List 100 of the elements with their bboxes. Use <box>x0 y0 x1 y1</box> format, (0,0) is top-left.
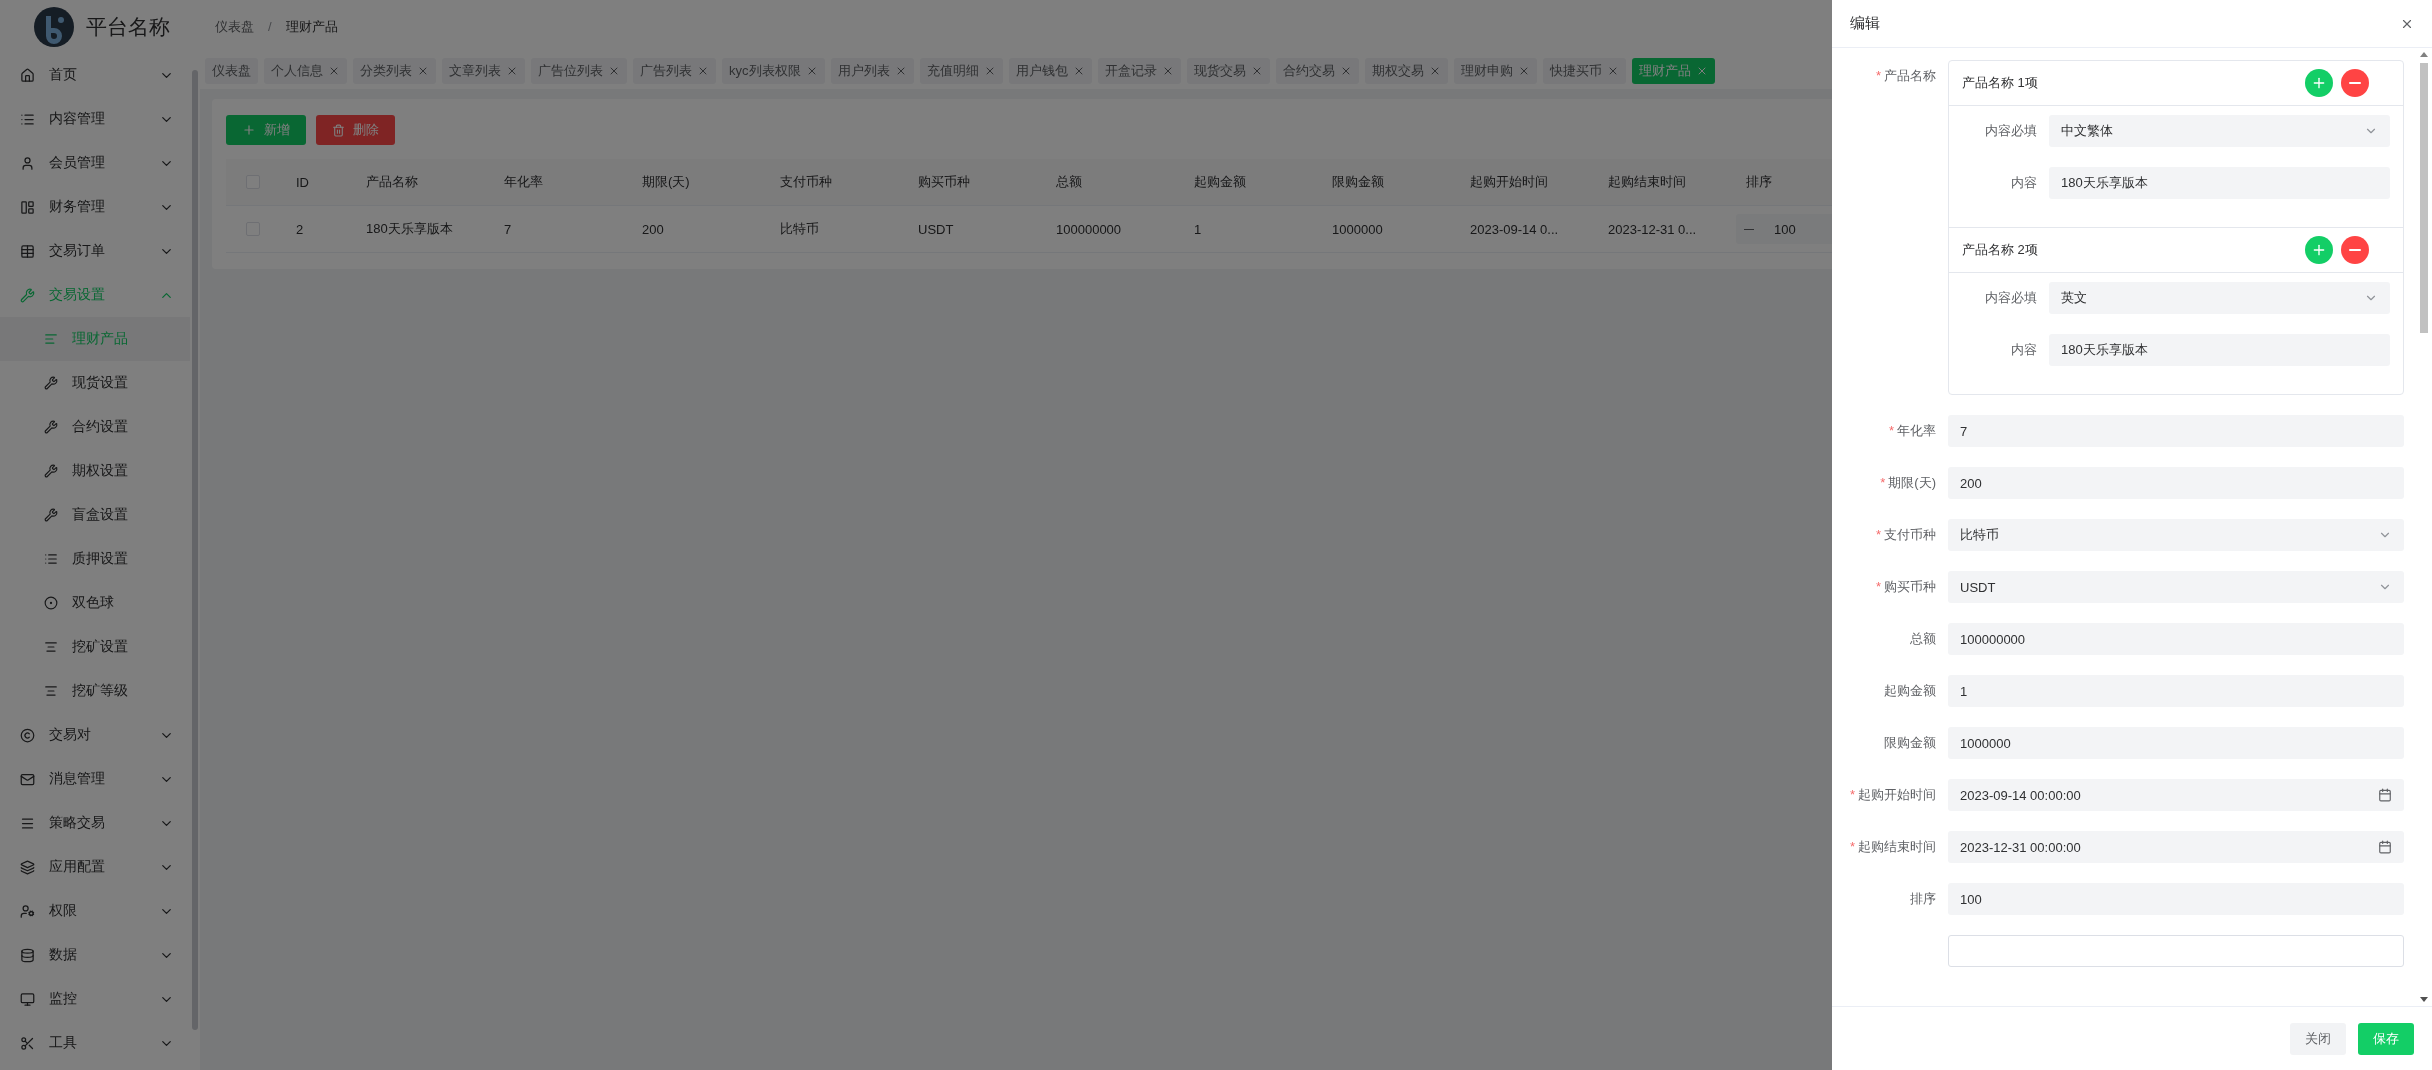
table-cell-text: 比特币 <box>779 220 820 238</box>
submenu-item[interactable]: 挖矿设置 <box>0 625 190 669</box>
menu-item[interactable]: 内容管理 <box>0 97 190 141</box>
logo-icon <box>34 6 74 47</box>
field-label: 起购金额 <box>1884 683 1936 698</box>
tab[interactable]: 充值明细 <box>919 58 1003 84</box>
remove-button[interactable] <box>2341 236 2369 264</box>
column-header: ID <box>295 174 310 190</box>
field-label: * 期限(天) <box>1880 475 1936 490</box>
input-field[interactable]: 180天乐享版本 <box>2049 167 2390 199</box>
menu-item[interactable]: 首页 <box>0 53 190 97</box>
select-field[interactable]: USDT <box>1948 571 2404 603</box>
table-cell-text: 1 <box>1193 221 1203 237</box>
date-field[interactable]: 2023-09-14 00:00:00 <box>1948 779 2404 811</box>
input-field[interactable]: 1 <box>1948 675 2404 707</box>
close-icon[interactable] <box>608 65 620 77</box>
lines-icon <box>44 332 58 346</box>
input-field[interactable]: 1000000 <box>1948 727 2404 759</box>
tab[interactable]: 文章列表 <box>442 58 525 84</box>
tab[interactable]: 开盒记录 <box>1097 58 1181 84</box>
mail-icon <box>20 771 35 787</box>
plus-icon <box>242 123 256 137</box>
field-label: 总额 <box>1910 631 1936 646</box>
field-label: * 起购开始时间 <box>1849 787 1936 802</box>
submenu-item[interactable]: 合约设置 <box>0 405 190 449</box>
remove-button[interactable] <box>2341 69 2369 97</box>
menu-item[interactable]: 消息管理 <box>0 757 190 801</box>
column-header: 年化率 <box>503 173 544 191</box>
tab[interactable]: 用户列表 <box>830 58 914 84</box>
menu-item[interactable]: 交易对 <box>0 713 190 757</box>
column-header: 支付币种 <box>779 173 833 191</box>
submenu-item[interactable]: 期权设置 <box>0 449 190 493</box>
tab[interactable]: 理财申购 <box>1453 58 1537 84</box>
plus-icon <box>2311 242 2327 258</box>
minus-icon[interactable] <box>1744 228 1754 230</box>
table-cell-text: 2 <box>295 221 305 237</box>
delete-button[interactable]: 删除 <box>316 115 395 145</box>
input-field[interactable]: 180天乐享版本 <box>2049 334 2390 366</box>
submenu-item[interactable]: 质押设置 <box>0 537 190 581</box>
scrollbar[interactable] <box>192 70 198 1030</box>
menu-item[interactable]: 会员管理 <box>0 141 190 185</box>
tab[interactable]: 仪表盘 <box>205 58 258 84</box>
submenu-item[interactable]: 挖矿等级 <box>0 669 190 713</box>
column-header: 排序 <box>1745 173 1773 191</box>
date-field[interactable]: 2023-12-31 00:00:00 <box>1948 831 2404 863</box>
close-icon[interactable] <box>417 65 429 77</box>
tab[interactable]: 分类列表 <box>353 58 436 84</box>
wrench-icon <box>44 464 58 478</box>
submenu-item[interactable]: 盲盒设置 <box>0 493 190 537</box>
add-button[interactable] <box>2305 69 2333 97</box>
select-field[interactable]: 比特币 <box>1948 519 2404 551</box>
tab[interactable]: kyc列表权限 <box>722 58 825 84</box>
lines-icon <box>44 640 58 654</box>
close-icon[interactable] <box>328 65 340 77</box>
menu-item[interactable]: 策略交易 <box>0 801 190 845</box>
tab[interactable]: 期权交易 <box>1364 58 1448 84</box>
menu-item[interactable]: 工具 <box>0 1021 190 1065</box>
select-field[interactable]: 中文繁体 <box>2049 115 2390 147</box>
triangle-up-icon[interactable] <box>2420 52 2428 57</box>
input-field[interactable]: 7 <box>1948 415 2404 447</box>
column-header: 产品名称 <box>365 173 419 191</box>
menu-item[interactable]: 数据 <box>0 933 190 977</box>
submenu-item[interactable]: 现货设置 <box>0 361 190 405</box>
menu-item[interactable]: 监控 <box>0 977 190 1021</box>
field-label: * 购买币种 <box>1875 579 1936 594</box>
column-header: 限购金额 <box>1331 173 1385 191</box>
input-field[interactable]: 100000000 <box>1948 623 2404 655</box>
input-field[interactable]: 200 <box>1948 467 2404 499</box>
field-label: * 支付币种 <box>1875 527 1936 542</box>
drawer-title: 编辑 <box>1850 14 1880 33</box>
breadcrumb-item[interactable]: 仪表盘 <box>215 17 254 36</box>
wrench-icon <box>44 420 58 434</box>
menu-item[interactable]: 应用配置 <box>0 845 190 889</box>
tab[interactable]: 广告位列表 <box>531 58 627 84</box>
tab[interactable]: 快捷买币 <box>1542 58 1626 84</box>
tab[interactable]: 广告列表 <box>633 58 716 84</box>
close-icon[interactable] <box>697 65 709 77</box>
table-cell-text: USDT <box>917 221 955 237</box>
close-button[interactable]: 关闭 <box>2290 1022 2346 1055</box>
column-header: 起购金额 <box>1193 173 1247 191</box>
tab[interactable]: 合约交易 <box>1275 58 1359 84</box>
triangle-down-icon[interactable] <box>2420 997 2428 1002</box>
add-button[interactable] <box>2305 236 2333 264</box>
scrollbar-thumb[interactable] <box>2420 63 2428 333</box>
tab[interactable]: 用户钱包 <box>1008 58 1092 84</box>
menu-item[interactable]: 权限 <box>0 889 190 933</box>
tab[interactable]: 现货交易 <box>1186 58 1270 84</box>
menu-item[interactable]: 财务管理 <box>0 185 190 229</box>
menu-item[interactable]: 交易订单 <box>0 229 190 273</box>
input-field[interactable] <box>1948 935 2404 967</box>
copyright-icon <box>20 727 35 743</box>
table-cell-text: 180天乐享版本 <box>365 220 454 238</box>
select-field[interactable]: 英文 <box>2049 282 2390 314</box>
tab[interactable]: 个人信息 <box>264 58 347 84</box>
field-label: 限购金额 <box>1884 735 1936 750</box>
submenu-item[interactable]: 双色球 <box>0 581 190 625</box>
column-header: 购买币种 <box>917 173 971 191</box>
field-label: 排序 <box>1910 891 1936 906</box>
input-field[interactable]: 100 <box>1948 883 2404 915</box>
close-icon[interactable] <box>506 65 518 77</box>
